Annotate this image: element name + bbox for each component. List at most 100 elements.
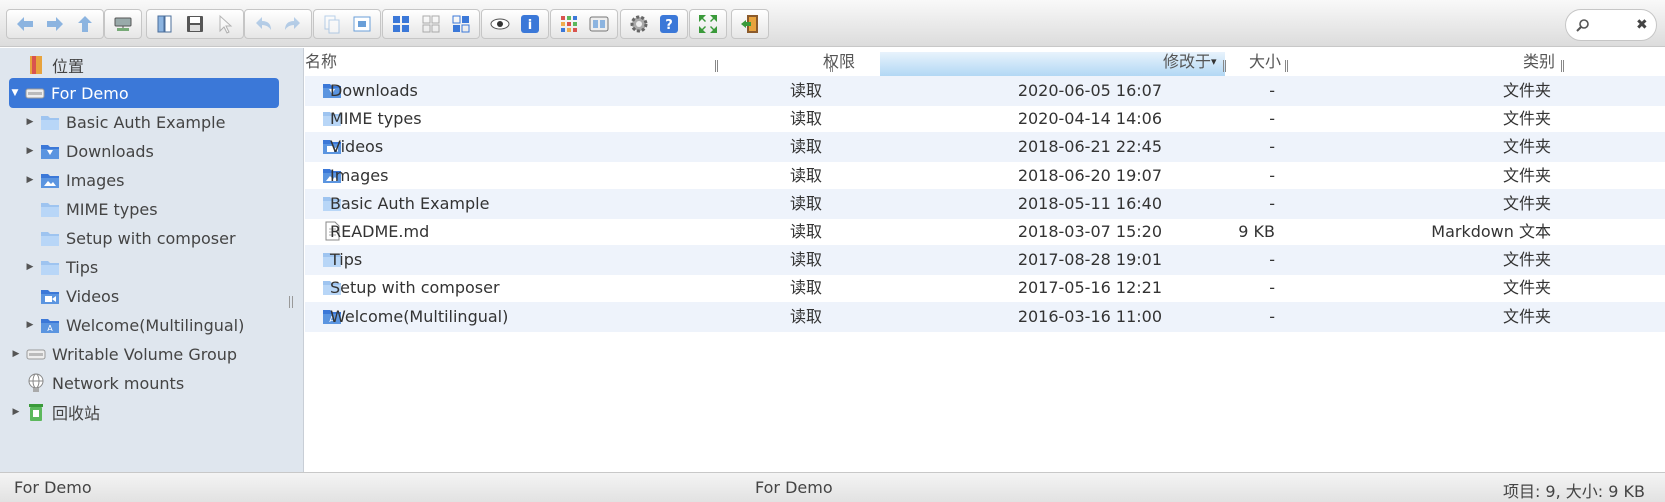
status-path: For Demo [14,478,92,497]
select-button[interactable] [212,11,238,37]
column-header-perm[interactable]: 权限 [775,48,855,76]
sidebar-item-label: 位置 [52,57,85,76]
column-resize-handle[interactable] [1561,60,1564,72]
sidebar-item-places[interactable]: 位置 [10,50,290,80]
expand-arrow-icon[interactable]: ▼ [9,88,21,98]
open-button[interactable] [152,11,178,37]
sidebar-item-for-demo[interactable]: ▼ For Demo [9,78,279,108]
clear-search-icon[interactable]: ✖ [1636,17,1648,33]
file-permission: 读取 [789,250,822,270]
up-button[interactable] [72,11,98,37]
table-row[interactable]: A Welcome(Multilingual) 读取 2016-03-16 11:00… [305,301,1665,332]
back-icon [17,17,33,31]
table-header: 名称 权限 修改于 ▾ 大小 类别 [305,48,1665,80]
column-resize-handle[interactable] [830,60,833,72]
column-header-name[interactable]: 名称 [305,48,337,76]
sidebar-item-tips[interactable]: ▶ Tips [24,252,284,282]
expand-arrow-icon[interactable]: ▶ [24,262,36,272]
expand-arrow-icon[interactable]: ▶ [24,146,36,156]
search-input[interactable] [1594,16,1632,36]
toolbar-group-clipboard [313,9,381,39]
folder-icon [39,198,61,220]
info-button[interactable]: i [517,11,543,37]
sidebar-item-downloads[interactable]: ▶ Downloads [24,136,284,166]
sidebar-item-welcome-multilingual[interactable]: ▶ A Welcome(Multilingual) [24,310,284,340]
sidebar-tree: 位置 ▼ For Demo ▶ Basic Auth Example ▶ Dow… [0,48,304,472]
sidebar-item-images[interactable]: ▶ Images [24,165,284,195]
file-permission: 读取 [789,306,822,326]
sidebar-item-writable-volume-group[interactable]: ▶ Writable Volume Group [10,339,290,369]
folder-icon [39,111,61,133]
places-icon [25,54,47,76]
redo-button[interactable] [280,11,306,37]
file-modified: 2017-08-28 19:01 [1017,250,1162,270]
file-name: Images [330,165,389,185]
table-row[interactable]: Basic Auth Example 读取 2018-05-11 16:40 - 文件夹 [305,188,1665,219]
file-size: - [1269,278,1275,298]
column-header-kind[interactable]: 类别 [1405,48,1555,76]
file-modified: 2018-05-11 16:40 [1017,193,1162,213]
table-row[interactable]: Images 读取 2018-06-20 19:07 - 文件夹 [305,161,1665,191]
file-size: - [1269,165,1275,185]
forward-button[interactable] [42,11,68,37]
back-button[interactable] [12,11,38,37]
help-button[interactable]: ? [656,11,682,37]
sidebar-item-trash[interactable]: ▶ 回收站 [10,397,290,427]
column-resize-handle[interactable] [1285,60,1288,72]
toolbar-group-view [550,9,618,39]
invert-select-button[interactable] [448,11,474,37]
sidebar-item-basic-auth-example[interactable]: ▶ Basic Auth Example [24,107,284,137]
copy-button[interactable] [319,11,345,37]
expand-arrow-icon[interactable]: ▶ [24,117,36,127]
toolbar-group-exit [731,9,769,39]
save-button[interactable] [182,11,208,37]
column-header-modified[interactable]: 修改于 [1065,48,1225,76]
table-row[interactable]: Tips 读取 2017-08-28 19:01 - 文件夹 [305,245,1665,276]
server-button[interactable] [110,11,136,37]
expand-arrow-icon[interactable]: ▶ [24,320,36,330]
expand-arrow-icon[interactable]: ▶ [24,175,36,185]
view-button[interactable] [487,11,513,37]
file-name: Setup with composer [330,278,500,298]
file-size: - [1269,306,1275,326]
sidebar-item-network-mounts[interactable]: Network mounts [10,368,290,398]
info-icon: i [521,15,539,33]
table-row[interactable]: Downloads 读取 2020-06-05 16:07 - 文件夹 [305,76,1665,106]
table-row[interactable]: Videos 读取 2018-06-21 22:45 - 文件夹 [305,132,1665,163]
file-modified: 2018-06-20 19:07 [1017,165,1162,185]
select-none-icon [422,15,440,33]
fullscreen-button[interactable] [695,11,721,37]
paste-button[interactable] [349,11,375,37]
expand-arrow-icon[interactable]: ▶ [10,349,22,359]
select-none-button[interactable] [418,11,444,37]
expand-arrow-icon[interactable]: ▶ [10,407,22,417]
file-kind: 文件夹 [1502,165,1551,185]
grid-view-button[interactable] [556,11,582,37]
exit-button[interactable] [737,11,763,37]
sidebar-resize-handle[interactable] [289,296,293,308]
images-folder-icon [39,169,61,191]
open-icon [157,15,172,33]
column-resize-handle[interactable] [715,60,718,72]
sidebar-item-label: Welcome(Multilingual) [66,315,245,335]
table-row[interactable]: Setup with composer 读取 2017-05-16 12:21 - 文件… [305,273,1665,303]
table-row[interactable]: README.md 读取 2018-03-07 15:20 9 KB Markdown … [305,217,1665,247]
sidebar-item-videos[interactable]: Videos [24,281,284,311]
file-kind: 文件夹 [1502,250,1551,270]
sidebar-item-setup-with-composer[interactable]: Setup with composer [24,223,284,253]
file-kind: 文件夹 [1502,109,1551,129]
list-view-button[interactable] [586,11,612,37]
file-permission: 读取 [789,165,822,185]
select-all-button[interactable] [388,11,414,37]
file-name: Videos [330,137,384,157]
settings-button[interactable] [626,11,652,37]
table-row[interactable]: MIME types 读取 2020-04-14 14:06 - 文件夹 [305,104,1665,134]
sidebar-item-mime-types[interactable]: MIME types [24,194,284,224]
toolbar: i ? ✖ [0,0,1665,47]
toolbar-group-navigation [6,9,104,39]
sidebar-item-label: For Demo [51,83,129,103]
folder-icon [39,256,61,278]
column-header-size[interactable]: 大小 [1225,48,1281,76]
file-list: 名称 权限 修改于 ▾ 大小 类别 Downloads 读取 2020-06-05 … [305,48,1665,472]
undo-button[interactable] [250,11,276,37]
